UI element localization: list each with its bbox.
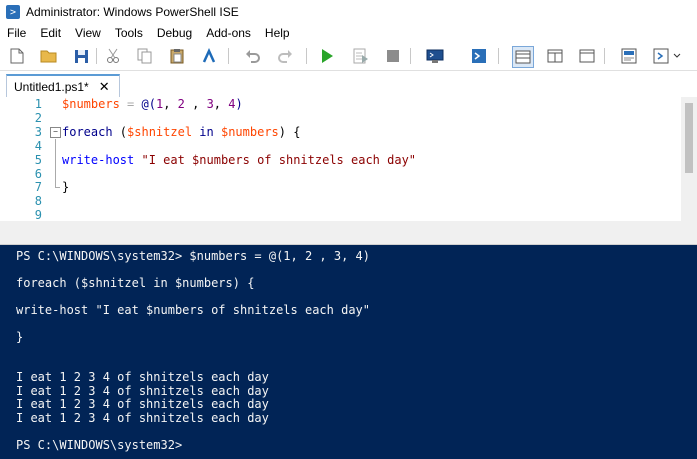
new-icon[interactable]: [8, 47, 26, 65]
cut-icon[interactable]: [104, 47, 122, 65]
copy-icon[interactable]: [136, 47, 154, 65]
menu-help[interactable]: Help: [258, 26, 297, 40]
redo-icon[interactable]: [276, 47, 294, 65]
code-token: $numbers: [62, 97, 120, 111]
editor-line[interactable]: 7}: [0, 180, 680, 194]
code-token: in: [199, 124, 214, 139]
line-number: 4: [34, 138, 42, 153]
tab-label: Untitled1.ps1*: [14, 80, 89, 94]
menu-bar: File Edit View Tools Debug Add-ons Help: [0, 24, 697, 42]
run-selection-icon[interactable]: [352, 47, 370, 65]
show-addon-icon[interactable]: [652, 47, 670, 65]
code-token: ,: [213, 97, 229, 111]
console-output-line: foreach ($shnitzel in $numbers) {: [16, 276, 255, 290]
toolbar-overflow-icon[interactable]: [672, 47, 682, 65]
code-token: $numbers: [220, 124, 279, 139]
line-number: 2: [34, 110, 42, 125]
show-script-max-icon[interactable]: [578, 47, 596, 65]
line-number: 8: [34, 194, 42, 209]
line-number: 1: [34, 97, 42, 111]
paste-icon[interactable]: [168, 47, 186, 65]
editor-scroll-thumb[interactable]: [685, 103, 693, 173]
editor-line[interactable]: 6: [0, 167, 680, 181]
console-output-line: I eat 1 2 3 4 of shnitzels each day: [16, 397, 269, 411]
menu-view[interactable]: View: [68, 26, 108, 40]
line-number: 6: [34, 166, 42, 181]
fold-toggle-icon[interactable]: −: [50, 126, 61, 138]
editor-line[interactable]: 2: [0, 111, 680, 125]
console-output-line: write-host "I eat $numbers of shnitzels …: [16, 303, 371, 317]
toolbar: [0, 42, 697, 71]
code-text: write-host "I eat $numbers of shnitzels …: [62, 153, 416, 167]
code-text: $numbers = @(1, 2 , 3, 4): [62, 97, 243, 111]
run-icon[interactable]: [318, 47, 336, 65]
tab-untitled1[interactable]: Untitled1.ps1* ✕: [6, 74, 120, 98]
code-token: ) {: [278, 124, 301, 139]
code-text: foreach ($shnitzel in $numbers) {: [62, 125, 300, 139]
console-pane[interactable]: PS C:\WINDOWS\system32> $numbers = @(1, …: [0, 245, 697, 459]
close-icon[interactable]: ✕: [99, 79, 110, 95]
line-number: 5: [34, 152, 42, 167]
console-output-line: I eat 1 2 3 4 of shnitzels each day: [16, 370, 269, 384]
code-token: (: [112, 124, 128, 139]
menu-tools[interactable]: Tools: [108, 26, 150, 40]
code-token: ,: [163, 97, 178, 111]
console-output-line: }: [16, 330, 24, 344]
powershell-logo-icon: >: [6, 5, 20, 19]
code-token: 3: [206, 97, 214, 111]
undo-icon[interactable]: [244, 47, 262, 65]
code-token: foreach: [62, 124, 113, 139]
menu-add-ons[interactable]: Add-ons: [199, 26, 258, 40]
code-token: 2: [177, 97, 185, 111]
script-editor[interactable]: 1 $numbers = @(1, 2 , 3, 4) 2 3 foreach ($sh…: [0, 97, 697, 222]
show-commands-icon[interactable]: [620, 47, 638, 65]
editor-vertical-scrollbar[interactable]: [681, 97, 697, 221]
code-token: $shnitzel: [127, 124, 193, 139]
editor-line[interactable]: 3 foreach ($shnitzel in $numbers) {: [0, 125, 680, 139]
tab-strip: Untitled1.ps1* ✕: [0, 71, 697, 98]
menu-debug[interactable]: Debug: [150, 26, 199, 40]
show-script-right-icon[interactable]: [546, 47, 564, 65]
editor-line[interactable]: 1 $numbers = @(1, 2 , 3, 4): [0, 97, 680, 111]
console-prompt-line: PS C:\WINDOWS\system32> $numbers = @(1, …: [16, 249, 371, 263]
editor-line[interactable]: 5 write-host "I eat $numbers of shnitzels…: [0, 153, 680, 167]
stop-icon[interactable]: [384, 47, 402, 65]
save-icon[interactable]: [72, 47, 90, 65]
console-output-line: I eat 1 2 3 4 of shnitzels each day: [16, 383, 269, 398]
menu-edit[interactable]: Edit: [33, 26, 68, 40]
fold-guide-end: [55, 187, 60, 189]
title-bar: > Administrator: Windows PowerShell ISE: [0, 0, 697, 24]
editor-horizontal-scrollbar[interactable]: [0, 221, 697, 239]
line-number: 3: [34, 124, 42, 139]
start-powershell-icon[interactable]: [470, 47, 488, 65]
console-output-line: I eat 1 2 3 4 of shnitzels each day: [16, 410, 269, 425]
code-token: write-host: [62, 152, 135, 167]
fold-guide: [55, 138, 56, 188]
editor-line[interactable]: 4: [0, 139, 680, 153]
editor-line[interactable]: 8: [0, 194, 680, 208]
code-token: "I eat $numbers of shnitzels each day": [141, 152, 417, 167]
code-token: }: [62, 180, 70, 195]
code-token: ): [235, 97, 243, 111]
console-prompt-line: PS C:\WINDOWS\system32>: [16, 438, 183, 452]
show-script-top-icon[interactable]: [512, 46, 534, 68]
remote-powershell-icon[interactable]: [426, 47, 444, 65]
line-number: 7: [34, 180, 42, 195]
window-title: Administrator: Windows PowerShell ISE: [26, 5, 239, 19]
code-token: ,: [184, 97, 207, 111]
clear-console-icon[interactable]: [200, 47, 218, 65]
code-text: }: [62, 180, 69, 194]
code-token: @(: [141, 97, 156, 111]
menu-file[interactable]: File: [0, 26, 33, 40]
open-icon[interactable]: [40, 47, 58, 65]
